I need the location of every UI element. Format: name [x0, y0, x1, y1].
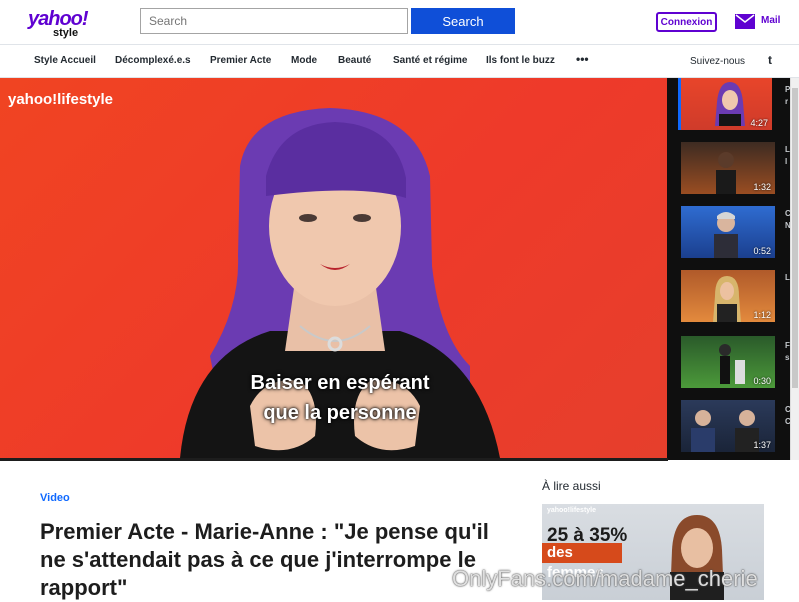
card-brand: yahoo!lifestyle	[547, 507, 597, 514]
duration-label: 1:32	[753, 182, 771, 192]
playlist-item[interactable]: 1:32	[681, 142, 775, 194]
nav-item-premier-acte[interactable]: Premier Acte	[210, 55, 271, 66]
more-icon[interactable]: •••	[576, 52, 589, 66]
watermark-text: OnlyFans.com/madame_cherie	[452, 566, 758, 591]
playlist-item[interactable]: 1:12	[681, 270, 775, 322]
search-input[interactable]	[140, 8, 408, 34]
article-headline: Premier Acte - Marie-Anne : "Je pense qu…	[40, 519, 489, 600]
mail-link[interactable]: Mail	[735, 14, 795, 32]
subtitle-line-2: que la personne	[263, 402, 417, 424]
mail-icon	[735, 14, 755, 29]
nav-item-mode[interactable]: Mode	[291, 55, 317, 66]
duration-label: 4:27	[750, 118, 768, 128]
duration-label: 1:12	[753, 310, 771, 320]
duration-label: 0:52	[753, 246, 771, 256]
player-bottom-divider	[0, 458, 668, 461]
thumbnail-image	[716, 152, 736, 194]
playlist-item[interactable]: 4:27	[678, 78, 772, 130]
playlist-item[interactable]: 1:37	[681, 400, 775, 452]
mail-label: Mail	[761, 15, 781, 26]
player-brand-logo: yahoo!lifestyle	[8, 91, 114, 108]
nav-item-sante-regime[interactable]: Santé et régime	[393, 55, 467, 66]
page-scrollbar[interactable]	[790, 78, 799, 460]
thumbnail-image	[713, 276, 741, 322]
thumbnail-image	[714, 212, 738, 258]
nav-item-beaute[interactable]: Beauté	[338, 55, 371, 66]
card-headline-accent: des femmes	[542, 543, 622, 581]
playlist-item[interactable]: 0:52	[681, 206, 775, 258]
site-header: yahoo! style Search Connexion Mail	[0, 0, 799, 44]
yahoo-style-logo[interactable]: yahoo! style	[28, 8, 98, 39]
tumblr-icon[interactable]: t	[768, 53, 772, 67]
follow-label: Suivez-nous	[690, 56, 746, 67]
scrollbar-thumb[interactable]	[792, 88, 798, 388]
search-button[interactable]: Search	[411, 8, 515, 34]
playlist-item[interactable]: 0:30	[681, 336, 775, 388]
video-playlist: 4:27 P A r 1:32 L N l 0:52 C N N 1:12 L …	[667, 78, 799, 460]
video-subtitle: Baiser en espérant que la personne	[210, 368, 470, 428]
thumbnail-image	[715, 82, 745, 126]
related-section-title: À lire aussi	[542, 479, 601, 493]
subtitle-line-1: Baiser en espérant	[250, 372, 430, 394]
duration-label: 0:30	[753, 376, 771, 386]
article-category[interactable]: Video	[40, 492, 70, 504]
nav-item-decomplexes[interactable]: Décomplexé.e.s	[115, 55, 191, 66]
nav-item-buzz[interactable]: Ils font le buzz	[486, 55, 555, 66]
video-player[interactable]: yahoo!lifestyle Baiser en espérant que l…	[0, 78, 667, 458]
logo-subtext: style	[53, 27, 79, 39]
thumbnail-image	[719, 344, 745, 384]
signin-button[interactable]: Connexion	[656, 12, 717, 32]
nav-item-style-accueil[interactable]: Style Accueil	[34, 55, 96, 66]
category-nav: Style Accueil Décomplexé.e.s Premier Act…	[0, 44, 799, 78]
duration-label: 1:37	[753, 440, 771, 450]
